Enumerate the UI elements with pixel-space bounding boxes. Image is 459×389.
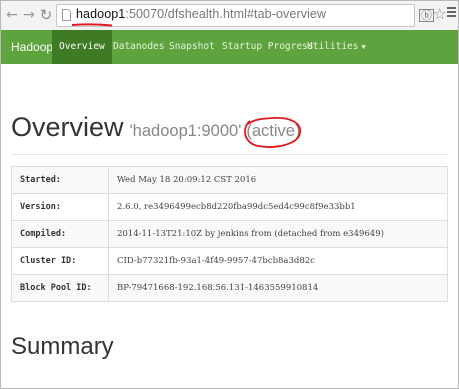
brand[interactable]: Hadoop (11, 40, 53, 54)
table-row: Version: 2.6.0, re3496499ecb8d220fba99dc… (11, 193, 448, 221)
tab-utilities[interactable]: Utilities ▼ (307, 30, 366, 64)
row-key: Compiled: (11, 220, 109, 248)
state-wrapper: (active) (244, 117, 302, 148)
tab-startup-progress[interactable]: Startup Progress (222, 30, 314, 64)
menu-icon[interactable] (447, 7, 456, 19)
row-value: 2014-11-13T21:10Z by jenkins from (detac… (108, 220, 448, 248)
namenode-address: 'hadoop1:9000' (129, 122, 242, 140)
page-icon (62, 9, 71, 21)
summary-heading: Summary (11, 333, 114, 360)
bookmark-star-icon[interactable]: ☆ (433, 5, 446, 23)
table-row: Block Pool ID: BP-79471668-192.168.56.13… (11, 274, 448, 302)
browser-toolbar: ← → ↻ hadoop1:50070/dfshealth.html#tab-o… (1, 1, 458, 31)
row-value: 2.6.0, re3496499ecb8d220fba99dc5ed4c99c8… (108, 193, 448, 221)
navbar: Hadoop Overview Datanodes Snapshot Start… (1, 30, 458, 64)
url-text[interactable]: hadoop1:50070/dfshealth.html#tab-overvie… (76, 7, 326, 21)
overview-table: Started: Wed May 18 20:09:12 CST 2016 Ve… (11, 166, 448, 302)
tab-datanodes[interactable]: Datanodes (113, 30, 164, 64)
row-value: CID-b77321fb-93a1-4f49-9957-47bcb8a3d82c (108, 247, 448, 275)
url-path: :50070/dfshealth.html#tab-overview (125, 7, 327, 21)
table-row: Compiled: 2014-11-13T21:10Z by jenkins f… (11, 220, 448, 248)
row-key: Cluster ID: (11, 247, 109, 275)
url-host: hadoop1 (76, 7, 126, 21)
row-key: Started: (11, 166, 109, 194)
forward-arrow-icon[interactable]: → (21, 6, 37, 24)
page-heading: Overview 'hadoop1:9000' (active) (11, 112, 302, 148)
divider (11, 154, 448, 155)
row-key: Version: (11, 193, 109, 221)
page-title: Overview (11, 112, 124, 142)
table-row: Cluster ID: CID-b77321fb-93a1-4f49-9957-… (11, 247, 448, 275)
red-annotation-underline (71, 23, 113, 27)
row-value: Wed May 18 20:09:12 CST 2016 (108, 166, 448, 194)
extension-icon[interactable]: ⓑ (419, 9, 434, 22)
row-value: BP-79471668-192.168.56.131-1463559910814 (108, 274, 448, 302)
table-row: Started: Wed May 18 20:09:12 CST 2016 (11, 166, 448, 194)
tab-snapshot[interactable]: Snapshot (169, 30, 215, 64)
utilities-label: Utilities (307, 41, 359, 52)
reload-icon[interactable]: ↻ (38, 6, 54, 24)
red-annotation-circle (244, 117, 302, 148)
tab-overview[interactable]: Overview (52, 30, 112, 64)
browser-window: ← → ↻ hadoop1:50070/dfshealth.html#tab-o… (0, 0, 459, 389)
caret-down-icon: ▼ (361, 43, 366, 51)
row-key: Block Pool ID: (11, 274, 109, 302)
back-arrow-icon[interactable]: ← (4, 6, 20, 24)
